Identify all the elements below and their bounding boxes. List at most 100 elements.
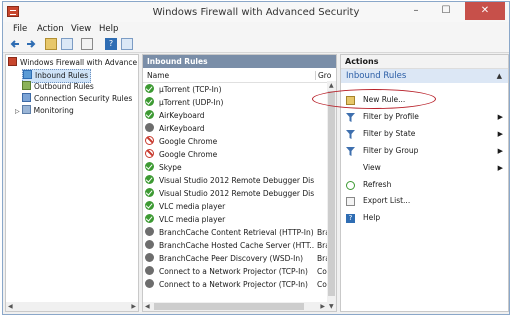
tree-item-label: Outbound Rules <box>34 82 94 91</box>
tree-item-monitoring[interactable]: ▷ Monitoring <box>15 105 74 117</box>
table-row[interactable]: AirKeyboard <box>145 110 335 122</box>
show-hide-action-pane-icon[interactable] <box>121 38 133 50</box>
close-button[interactable]: ✕ <box>465 2 505 20</box>
table-row[interactable]: Skype <box>145 162 335 174</box>
rule-name: BranchCache Hosted Cache Server (HTT... <box>159 241 314 250</box>
allow-icon <box>145 84 154 93</box>
rule-name: µTorrent (UDP-In) <box>159 98 224 107</box>
rule-name: VLC media player <box>159 202 226 211</box>
table-row[interactable]: µTorrent (UDP-In) <box>145 97 335 109</box>
tree-root[interactable]: Windows Firewall with Advance <box>8 57 137 69</box>
rules-pane-header: Inbound Rules <box>143 55 336 68</box>
tree-item-label: Inbound Rules <box>35 71 89 80</box>
action-export-list[interactable]: Export List... <box>341 194 508 208</box>
disabled-rule-icon <box>145 279 154 288</box>
table-row[interactable]: µTorrent (TCP-In) <box>145 84 335 96</box>
minimize-button[interactable]: – <box>403 2 429 20</box>
action-filter-by-profile[interactable]: Filter by Profile ▶ <box>341 110 508 124</box>
action-label: Refresh <box>363 180 392 189</box>
export-list-icon[interactable] <box>81 38 93 50</box>
rules-pane: Inbound Rules Name Gro µTorrent (TCP-In)… <box>142 54 337 312</box>
scroll-left-icon[interactable]: ◀ <box>8 303 13 310</box>
menu-bar: File Action View Help <box>3 22 509 36</box>
tree-item-label: Connection Security Rules <box>34 94 133 103</box>
disabled-rule-icon <box>145 227 154 236</box>
up-folder-icon[interactable] <box>45 38 57 50</box>
back-arrow-icon[interactable] <box>9 38 21 50</box>
table-row[interactable]: Connect to a Network Projector (TCP-In) C… <box>145 279 335 291</box>
table-row[interactable]: VLC media player <box>145 214 335 226</box>
scroll-down-icon[interactable]: ▼ <box>329 303 334 310</box>
table-row[interactable]: AirKeyboard <box>145 123 335 135</box>
disabled-rule-icon <box>145 123 154 132</box>
actions-section-inbound-rules[interactable]: Inbound Rules ▲ <box>341 69 508 83</box>
tree-item-label: Monitoring <box>33 106 74 115</box>
table-row[interactable]: VLC media player <box>145 201 335 213</box>
menu-view[interactable]: View <box>71 24 91 34</box>
action-new-rule[interactable]: New Rule... <box>341 93 508 107</box>
collapse-icon[interactable]: ▲ <box>497 69 502 83</box>
tree-item-connection-security-rules[interactable]: Connection Security Rules <box>22 93 132 105</box>
rule-name: Visual Studio 2012 Remote Debugger Dis..… <box>159 176 314 185</box>
table-row[interactable]: Visual Studio 2012 Remote Debugger Dis..… <box>145 188 335 200</box>
filter-icon <box>346 113 355 122</box>
action-filter-by-group[interactable]: Filter by Group ▶ <box>341 144 508 158</box>
table-row[interactable]: BranchCache Content Retrieval (HTTP-In) B… <box>145 227 335 239</box>
table-row[interactable]: Connect to a Network Projector (TCP-In) C… <box>145 266 335 278</box>
menu-file[interactable]: File <box>13 24 27 34</box>
table-row[interactable]: Google Chrome <box>145 149 335 161</box>
help-icon: ? <box>346 214 355 223</box>
scroll-thumb[interactable] <box>154 303 304 310</box>
rule-name: BranchCache Content Retrieval (HTTP-In) <box>159 228 314 237</box>
rule-name: Connect to a Network Projector (TCP-In) <box>159 267 308 276</box>
tree-item-outbound-rules[interactable]: Outbound Rules <box>22 81 94 93</box>
submenu-arrow-icon: ▶ <box>497 130 503 138</box>
rule-name: Connect to a Network Projector (TCP-In) <box>159 280 308 289</box>
table-row[interactable]: BranchCache Peer Discovery (WSD-In) Bra <box>145 253 335 265</box>
actions-section-label: Inbound Rules <box>346 71 407 81</box>
menu-help[interactable]: Help <box>99 24 118 34</box>
rule-name: Skype <box>159 163 182 172</box>
allow-icon <box>145 188 154 197</box>
actions-pane: Actions Inbound Rules ▲ New Rule... Filt… <box>340 54 509 312</box>
allow-icon <box>145 214 154 223</box>
allow-icon <box>145 97 154 106</box>
outbound-rules-icon <box>22 81 31 90</box>
rules-vertical-scrollbar[interactable]: ▲ ▼ <box>327 81 336 311</box>
action-filter-by-state[interactable]: Filter by State ▶ <box>341 127 508 141</box>
allow-icon <box>145 110 154 119</box>
help-icon[interactable]: ? <box>105 38 117 50</box>
toolbar: ? <box>3 36 509 53</box>
firewall-icon <box>8 57 17 66</box>
menu-action[interactable]: Action <box>37 24 64 34</box>
rule-name: Google Chrome <box>159 150 218 159</box>
table-row[interactable]: Google Chrome <box>145 136 335 148</box>
action-refresh[interactable]: Refresh <box>341 178 508 192</box>
export-icon <box>346 197 355 206</box>
column-header-name[interactable]: Name <box>147 71 169 80</box>
submenu-arrow-icon: ▶ <box>497 164 503 172</box>
show-hide-tree-icon[interactable] <box>61 38 73 50</box>
title-bar: Windows Firewall with Advanced Security … <box>3 2 509 22</box>
rule-name: Visual Studio 2012 Remote Debugger Dis..… <box>159 189 314 198</box>
forward-arrow-icon[interactable] <box>25 38 37 50</box>
inbound-rules-icon <box>23 70 32 79</box>
scroll-right-icon[interactable]: ▶ <box>131 303 136 310</box>
rules-horizontal-scrollbar[interactable]: ◀ ▶ <box>143 302 327 311</box>
rule-name: AirKeyboard <box>159 111 205 120</box>
rule-name: µTorrent (TCP-In) <box>159 85 222 94</box>
disabled-rule-icon <box>145 240 154 249</box>
action-help[interactable]: ? Help <box>341 211 508 225</box>
scroll-thumb[interactable] <box>328 91 335 296</box>
scroll-up-icon[interactable]: ▲ <box>329 82 334 89</box>
maximize-button[interactable]: ☐ <box>433 2 459 20</box>
action-view[interactable]: View ▶ <box>341 161 508 175</box>
table-row[interactable]: Visual Studio 2012 Remote Debugger Dis..… <box>145 175 335 187</box>
tree-horizontal-scrollbar[interactable]: ◀ ▶ <box>6 302 138 311</box>
expand-icon[interactable]: ▷ <box>15 108 20 115</box>
scroll-left-icon[interactable]: ◀ <box>145 303 150 310</box>
allow-icon <box>145 162 154 171</box>
table-row[interactable]: BranchCache Hosted Cache Server (HTT... B… <box>145 240 335 252</box>
column-header-group[interactable]: Gro <box>315 71 331 80</box>
scroll-right-icon[interactable]: ▶ <box>320 303 325 310</box>
